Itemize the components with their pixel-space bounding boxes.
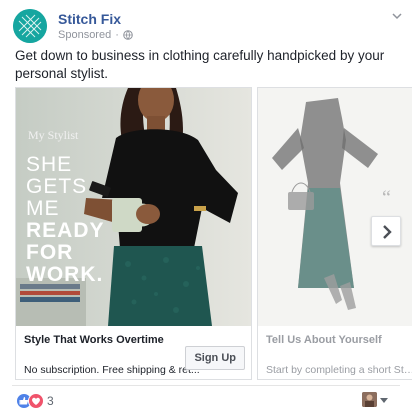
post-caption: Get down to business in clothing careful…: [15, 48, 385, 81]
avatar[interactable]: [362, 392, 377, 407]
carousel-card[interactable]: My Stylist SHE GETS ME READY FOR WORK. S…: [15, 87, 252, 380]
card-description: Start by completing a short Style: [266, 364, 412, 376]
overlay-eyebrow: My Stylist: [28, 128, 79, 142]
globe-icon: [123, 30, 133, 40]
overlay-headline: SHE GETS ME READY FOR WORK.: [26, 154, 136, 286]
overlay-line: WORK.: [26, 263, 104, 286]
overlay-line: GETS: [26, 175, 88, 198]
love-icon[interactable]: [28, 393, 44, 409]
svg-text:“: “: [382, 187, 391, 209]
overlay-line: FOR: [26, 241, 74, 264]
sign-up-button[interactable]: Sign Up: [185, 346, 245, 370]
chevron-right-icon: [383, 225, 392, 239]
overlay-line: SHE: [26, 153, 73, 176]
card-description: No subscription. Free shipping & ret...: [24, 364, 200, 376]
meta-separator: ·: [115, 29, 119, 41]
card-title[interactable]: Style That Works Overtime: [24, 334, 164, 346]
sponsored-post: Stitch Fix Sponsored · Get down to busin…: [0, 0, 412, 417]
overlay-line: READY: [26, 219, 105, 242]
sponsored-label[interactable]: Sponsored: [58, 29, 111, 41]
stitch-fix-logo-icon[interactable]: [13, 9, 47, 43]
card-image[interactable]: “: [258, 88, 412, 326]
caret-down-icon[interactable]: [380, 398, 388, 403]
post-meta: Sponsored ·: [58, 29, 133, 41]
overlay-line: ME: [26, 197, 60, 220]
chevron-down-icon[interactable]: [392, 12, 402, 20]
brand-name-link[interactable]: Stitch Fix: [58, 11, 121, 27]
reaction-count[interactable]: 3: [47, 394, 54, 408]
card-title[interactable]: Tell Us About Yourself: [266, 334, 382, 346]
carousel-next-button[interactable]: [371, 216, 401, 246]
card-image[interactable]: My Stylist SHE GETS ME READY FOR WORK.: [16, 88, 251, 326]
divider: [12, 385, 400, 386]
